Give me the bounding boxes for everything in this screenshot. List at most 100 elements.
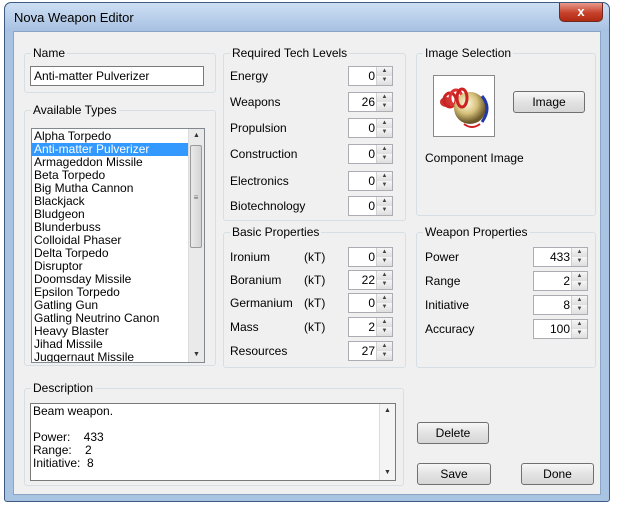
basic-property-unit: (kT)	[304, 273, 326, 287]
spin-arrows[interactable]: ▲ ▼	[376, 197, 392, 215]
weapon-property-spinner[interactable]: 2 ▲ ▼	[533, 271, 588, 291]
basic-property-label: Germanium	[230, 296, 293, 310]
spin-value: 0	[368, 69, 375, 83]
tech-level-spinner[interactable]: 0 ▲ ▼	[348, 118, 393, 138]
basic-property-label: Resources	[230, 344, 288, 358]
type-list-item[interactable]: Juggernaut Missile	[32, 351, 189, 363]
basic-property-label: Boranium	[230, 273, 282, 287]
spin-down-icon[interactable]: ▼	[572, 257, 587, 266]
spin-down-icon[interactable]: ▼	[377, 181, 392, 190]
spin-arrows[interactable]: ▲ ▼	[571, 248, 587, 266]
tech-levels-title: Required Tech Levels	[230, 46, 350, 60]
spin-value: 27	[361, 344, 375, 358]
spin-down-icon[interactable]: ▼	[377, 206, 392, 215]
spin-arrows[interactable]: ▲ ▼	[571, 320, 587, 338]
title-bar[interactable]: Nova Weapon Editor x	[5, 3, 609, 31]
basic-properties-title: Basic Properties	[230, 225, 322, 239]
tech-level-label: Construction	[230, 147, 298, 161]
spin-arrows[interactable]: ▲ ▼	[376, 342, 392, 360]
spin-arrows[interactable]: ▲ ▼	[376, 145, 392, 163]
tech-level-label: Electronics	[230, 174, 289, 188]
tech-level-spinner[interactable]: 0 ▲ ▼	[348, 196, 393, 216]
types-listbox[interactable]: Alpha Torpedo Anti-matter Pulverizer Armag…	[31, 128, 205, 363]
name-group-title: Name	[31, 46, 68, 60]
spin-down-icon[interactable]: ▼	[377, 351, 392, 360]
basic-property-spinner[interactable]: 0 ▲ ▼	[348, 293, 393, 313]
types-scrollbar[interactable]: ▲ ≡ ▼	[188, 129, 204, 362]
spin-arrows[interactable]: ▲ ▼	[376, 248, 392, 266]
weapon-property-spinner[interactable]: 433 ▲ ▼	[533, 247, 588, 267]
spin-value: 100	[549, 322, 570, 336]
weapon-properties-title: Weapon Properties	[423, 225, 530, 239]
window-title: Nova Weapon Editor	[14, 10, 134, 25]
tech-level-spinner[interactable]: 0 ▲ ▼	[348, 66, 393, 86]
weapon-property-label: Power	[425, 250, 460, 264]
image-button[interactable]: Image	[513, 91, 585, 113]
spin-down-icon[interactable]: ▼	[377, 303, 392, 312]
desc-scroll-up-icon[interactable]: ▲	[380, 404, 395, 418]
spin-down-icon[interactable]: ▼	[377, 102, 392, 111]
basic-property-label: Mass	[230, 320, 259, 334]
spin-arrows[interactable]: ▲ ▼	[376, 172, 392, 190]
delete-button[interactable]: Delete	[417, 422, 489, 444]
description-textarea[interactable]: Beam weapon. Power: 433 Range: 2 Initiative…	[30, 403, 396, 481]
scroll-down-icon[interactable]: ▼	[189, 348, 204, 362]
tech-level-spinner[interactable]: 26 ▲ ▼	[348, 92, 393, 112]
description-title: Description	[31, 381, 96, 395]
basic-property-spinner[interactable]: 0 ▲ ▼	[348, 247, 393, 267]
available-types-title: Available Types	[31, 103, 119, 117]
component-image	[433, 75, 495, 137]
spin-value: 0	[368, 199, 375, 213]
tech-level-label: Propulsion	[230, 121, 287, 135]
spin-down-icon[interactable]: ▼	[377, 257, 392, 266]
spin-arrows[interactable]: ▲ ▼	[376, 271, 392, 289]
scroll-thumb[interactable]: ≡	[190, 145, 202, 248]
spin-arrows[interactable]: ▲ ▼	[376, 67, 392, 85]
weapon-property-spinner[interactable]: 100 ▲ ▼	[533, 319, 588, 339]
component-image-caption: Component Image	[425, 151, 524, 165]
description-line: Beam weapon.	[33, 404, 114, 418]
save-button-label: Save	[440, 467, 468, 481]
tech-level-spinner[interactable]: 0 ▲ ▼	[348, 171, 393, 191]
name-input[interactable]: Anti-matter Pulverizer	[30, 66, 204, 86]
spin-arrows[interactable]: ▲ ▼	[376, 318, 392, 336]
basic-property-label: Ironium	[230, 250, 271, 264]
basic-property-spinner[interactable]: 27 ▲ ▼	[348, 341, 393, 361]
basic-property-unit: (kT)	[304, 320, 326, 334]
spin-arrows[interactable]: ▲ ▼	[376, 119, 392, 137]
basic-property-unit: (kT)	[304, 296, 326, 310]
name-group: Name Anti-matter Pulverizer	[24, 46, 216, 93]
done-button[interactable]: Done	[521, 463, 594, 485]
description-group: Description Beam weapon. Power: 433 Range:…	[24, 381, 404, 486]
basic-properties-group: Basic Properties Ironium (kT) 0 ▲ ▼ Boranium (…	[223, 225, 406, 368]
editor-window: Nova Weapon Editor x Name Anti-matter Pu…	[4, 2, 610, 502]
save-button[interactable]: Save	[417, 463, 491, 485]
close-button[interactable]: x	[559, 3, 603, 22]
spin-down-icon[interactable]: ▼	[572, 305, 587, 314]
spin-arrows[interactable]: ▲ ▼	[376, 294, 392, 312]
basic-property-spinner[interactable]: 22 ▲ ▼	[348, 270, 393, 290]
spin-down-icon[interactable]: ▼	[377, 327, 392, 336]
tech-level-spinner[interactable]: 0 ▲ ▼	[348, 144, 393, 164]
image-selection-group: Image Selection Image Component Image	[416, 46, 596, 216]
delete-button-label: Delete	[435, 426, 471, 440]
desc-scroll-down-icon[interactable]: ▼	[380, 466, 395, 480]
spin-value: 2	[563, 274, 570, 288]
spin-arrows[interactable]: ▲ ▼	[571, 272, 587, 290]
spin-down-icon[interactable]: ▼	[377, 128, 392, 137]
spin-down-icon[interactable]: ▼	[377, 154, 392, 163]
description-scrollbar[interactable]: ▲ ▼	[379, 404, 395, 480]
spin-arrows[interactable]: ▲ ▼	[376, 93, 392, 111]
weapon-property-label: Initiative	[425, 298, 470, 312]
spin-down-icon[interactable]: ▼	[572, 281, 587, 290]
close-icon: x	[577, 4, 585, 19]
spin-down-icon[interactable]: ▼	[377, 76, 392, 85]
tech-level-label: Weapons	[230, 95, 281, 109]
scroll-up-icon[interactable]: ▲	[189, 129, 204, 143]
tech-levels-group: Required Tech Levels Energy 0 ▲ ▼ Weapons 26 ▲…	[223, 46, 406, 221]
weapon-property-spinner[interactable]: 8 ▲ ▼	[533, 295, 588, 315]
basic-property-spinner[interactable]: 2 ▲ ▼	[348, 317, 393, 337]
spin-down-icon[interactable]: ▼	[377, 280, 392, 289]
spin-down-icon[interactable]: ▼	[572, 329, 587, 338]
spin-arrows[interactable]: ▲ ▼	[571, 296, 587, 314]
